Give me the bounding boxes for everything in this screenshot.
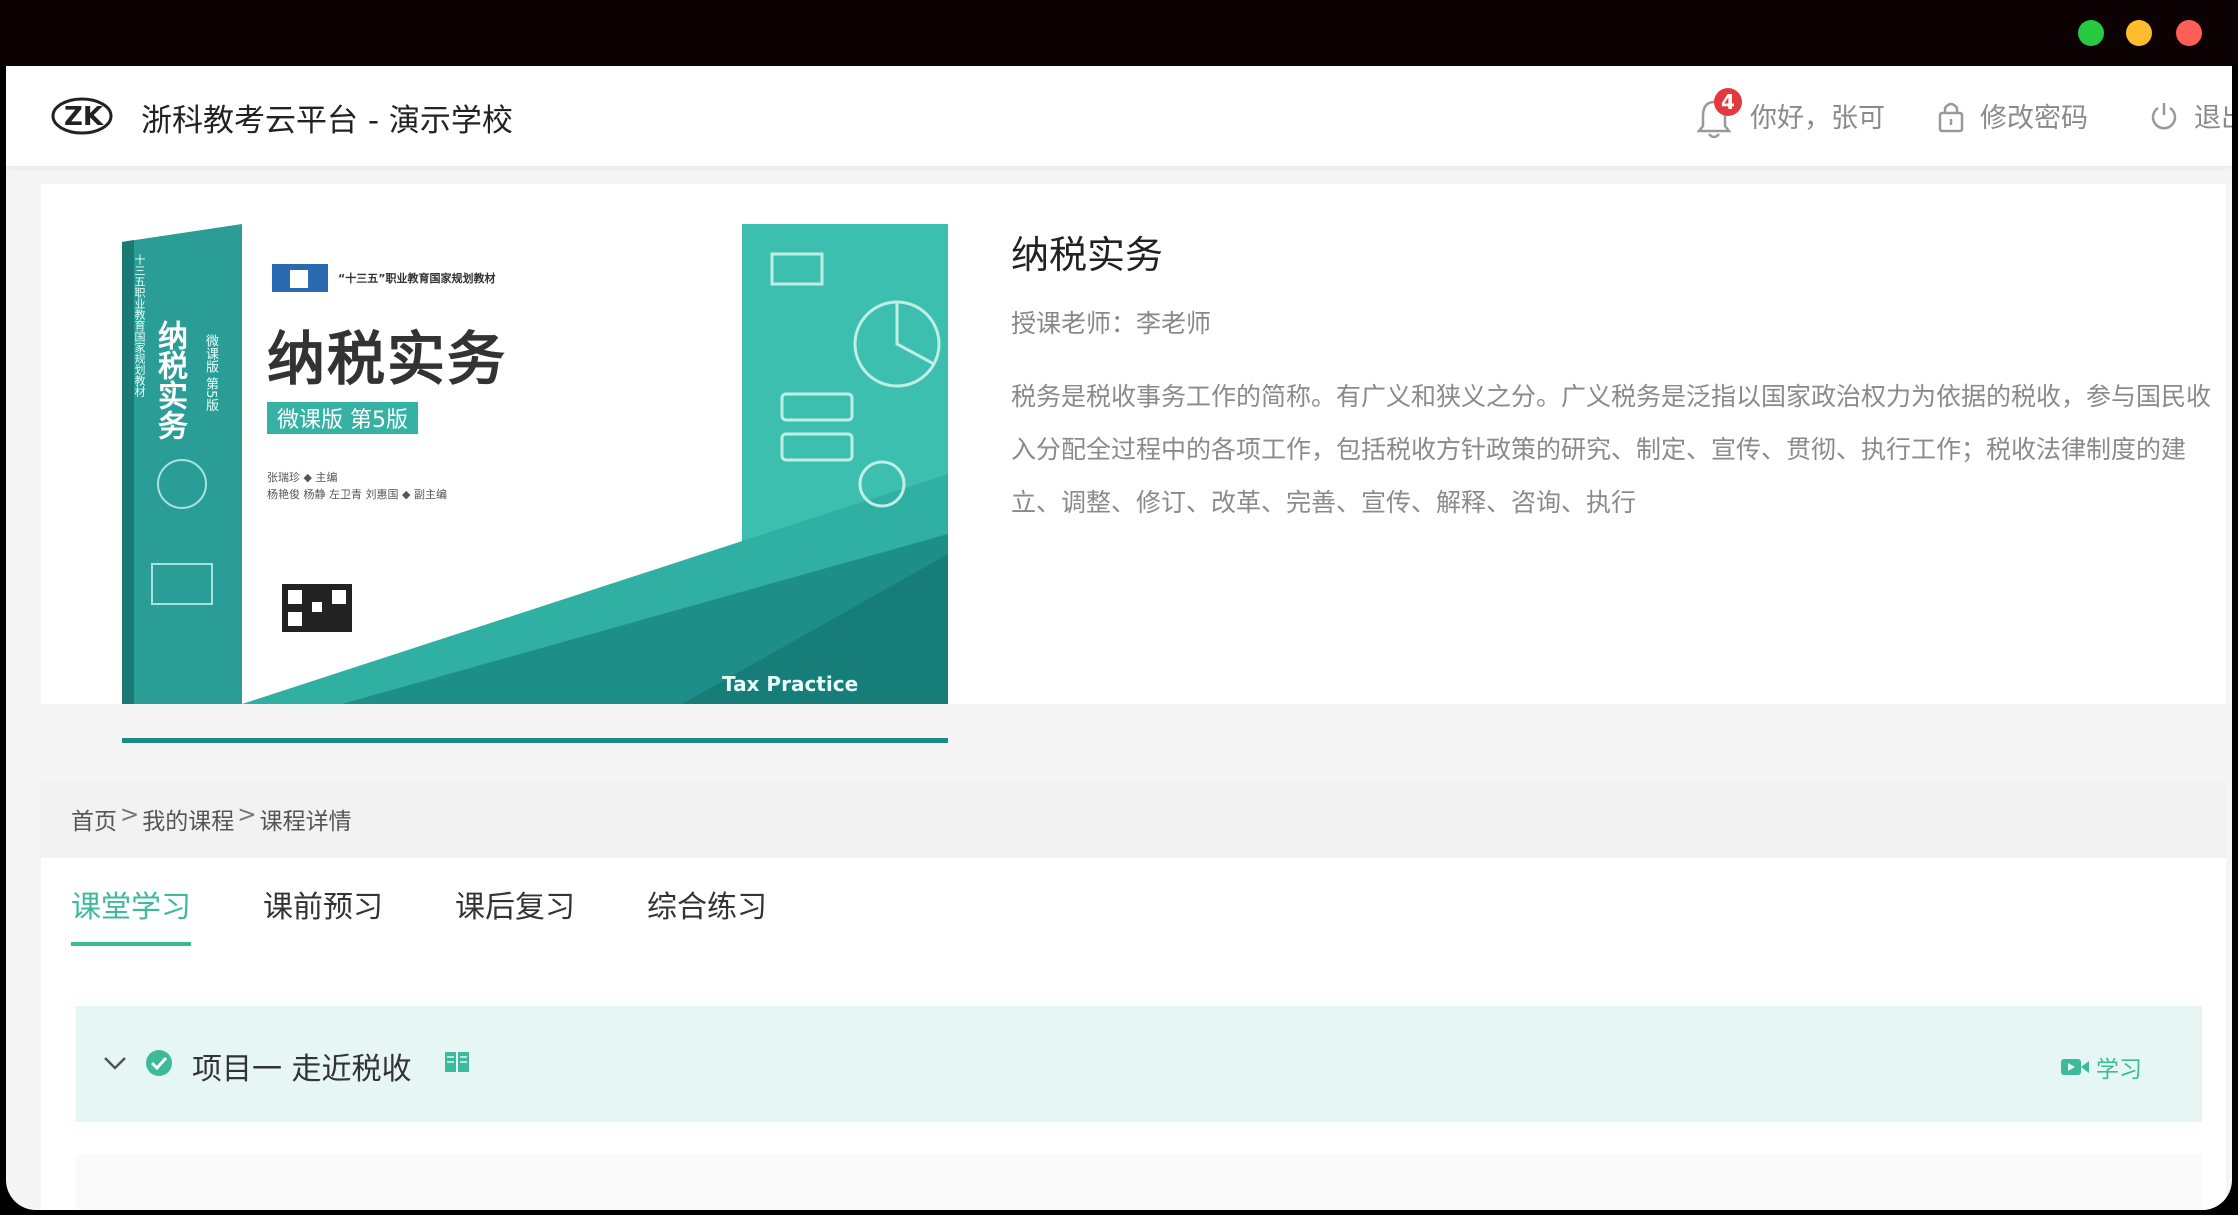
power-icon [2151, 102, 2177, 129]
chevron-down-icon[interactable] [100, 1048, 130, 1078]
project-title: 项目一 走近税收 [192, 1052, 412, 1087]
notification-badge: 4 [1714, 88, 1742, 116]
top-navigation: ZK 浙科教考云平台 - 演示学校 4 你好，张可 修改密码 退 [6, 66, 2232, 166]
breadcrumb-separator: > [120, 802, 140, 828]
user-greeting[interactable]: 你好，张可 [1750, 96, 1885, 135]
zk-logo-icon[interactable]: ZK [50, 94, 114, 138]
study-button[interactable]: 学习 [2060, 1050, 2142, 1084]
book-cover-illustration [122, 224, 948, 704]
course-cover-image[interactable]: “十三五”职业教育国家规划教材 纳税实务 微课版 第5版 张瑞珍 ◆ 主编 杨艳… [122, 224, 948, 704]
notifications-button[interactable]: 4 [1694, 88, 1742, 142]
cover-spine-title: 纳税实务 [152, 320, 187, 440]
video-icon [2061, 1059, 2089, 1075]
breadcrumb: 首页 > 我的课程 > 课程详情 [71, 802, 352, 836]
lock-icon [1938, 102, 1964, 132]
tab-comprehensive-practice[interactable]: 综合练习 [647, 882, 767, 946]
course-teacher: 授课老师：李老师 [1011, 309, 1212, 338]
cover-english-title: Tax Practice [722, 672, 859, 696]
breadcrumb-bar: 首页 > 我的课程 > 课程详情 [41, 780, 2226, 858]
breadcrumb-separator: > [237, 802, 257, 828]
breadcrumb-my-courses[interactable]: 我的课程 [142, 802, 234, 836]
cover-title-text: 纳税实务 [267, 325, 508, 393]
course-info-card: “十三五”职业教育国家规划教材 纳税实务 微课版 第5版 张瑞珍 ◆ 主编 杨艳… [41, 184, 2226, 704]
cover-series-text: “十三五”职业教育国家规划教材 [338, 272, 496, 285]
logout-label: 退出 [2194, 103, 2232, 134]
window-close-button[interactable] [2176, 20, 2202, 46]
change-password-label: 修改密码 [1980, 103, 2088, 134]
breadcrumb-home[interactable]: 首页 [71, 802, 117, 836]
svg-text:ZK: ZK [64, 102, 104, 132]
study-label: 学习 [2096, 1057, 2142, 1083]
cover-authors-line1: 张瑞珍 ◆ 主编 [267, 471, 338, 484]
app-window: ZK 浙科教考云平台 - 演示学校 4 你好，张可 修改密码 退 “十三五”职业… [0, 0, 2238, 1215]
cover-spine-series: 十三五职业教育国家规划教材 [133, 254, 146, 397]
site-title: 浙科教考云平台 - 演示学校 [141, 103, 513, 139]
tab-post-class-review[interactable]: 课后复习 [455, 882, 575, 946]
course-description: 税务是税收事务工作的简称。有广义和狭义之分。广义税务是泛指以国家政治权力为依据的… [1011, 382, 2212, 517]
window-minimize-button[interactable] [2126, 20, 2152, 46]
cover-edition-text: 微课版 第5版 [267, 402, 418, 434]
project-row-next[interactable] [76, 1154, 2202, 1210]
change-password-link[interactable]: 修改密码 [1936, 96, 2088, 135]
project-row[interactable]: 项目一 走近税收 学习 [76, 1006, 2202, 1122]
window-maximize-button[interactable] [2078, 20, 2104, 46]
cover-authors-line2: 杨艳俊 杨静 左卫青 刘惠国 ◆ 副主编 [267, 488, 447, 501]
course-content-panel: 课堂学习 课前预习 课后复习 综合练习 项目一 走近税收 学习 [41, 858, 2226, 1210]
book-icon [445, 1052, 469, 1072]
window-titlebar [0, 0, 2238, 66]
check-circle-icon [146, 1050, 172, 1076]
logout-link[interactable]: 退出 [2148, 96, 2232, 135]
cover-bottom-edge [122, 738, 948, 743]
cover-spine-edition: 微课版 第5版 [203, 334, 218, 412]
page-content: ZK 浙科教考云平台 - 演示学校 4 你好，张可 修改密码 退 “十三五”职业… [6, 66, 2232, 1210]
course-tabs: 课堂学习 课前预习 课后复习 综合练习 [71, 882, 767, 946]
course-title: 纳税实务 [1011, 233, 1164, 277]
tab-pre-class-preview[interactable]: 课前预习 [263, 882, 383, 946]
tab-classroom-study[interactable]: 课堂学习 [71, 882, 191, 946]
breadcrumb-current: 课程详情 [259, 809, 352, 835]
